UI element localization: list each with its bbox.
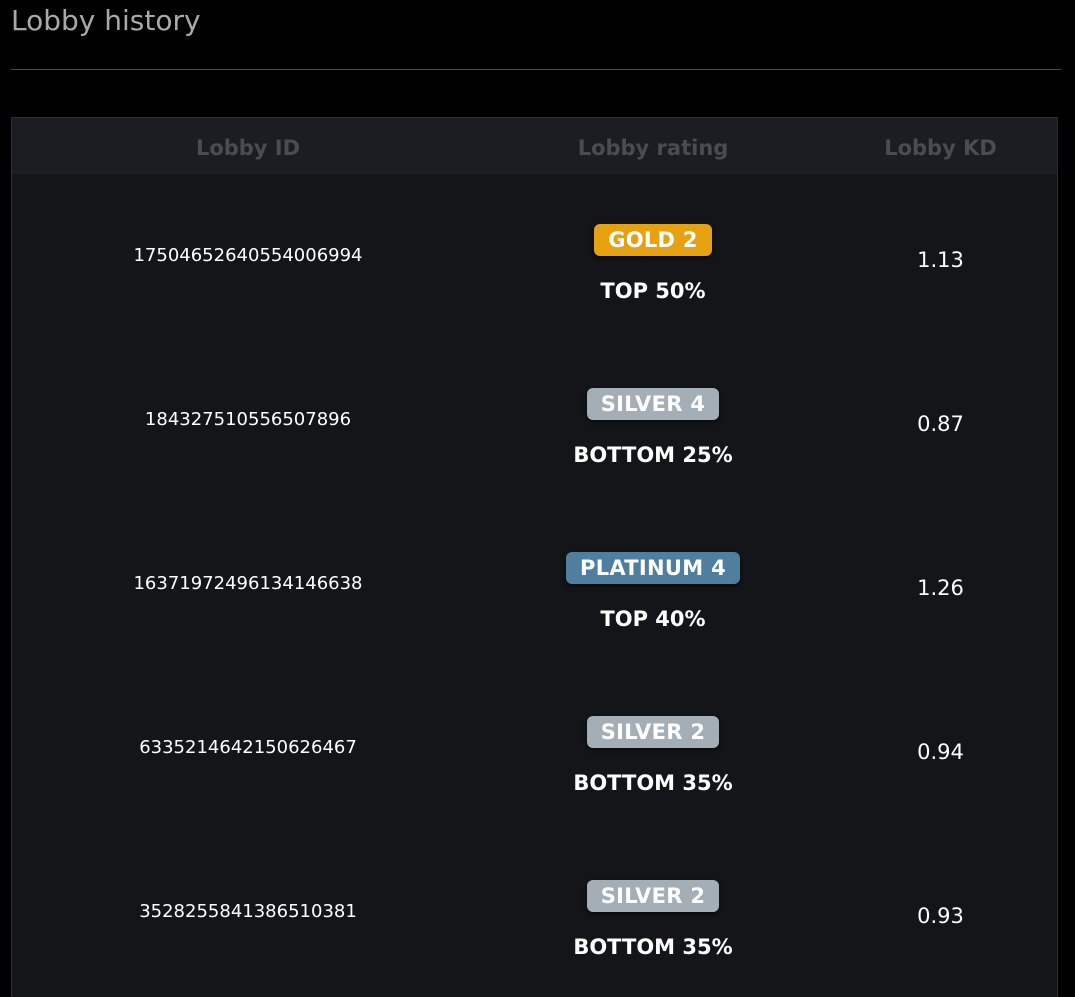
rank-percentile: BOTTOM 25% (573, 443, 733, 467)
lobby-id-cell: 17504652640554006994 (133, 245, 363, 266)
lobby-kd-cell: 0.93 (917, 904, 964, 928)
lobby-kd-cell: 0.94 (917, 740, 964, 764)
lobby-id-cell: 16371972496134146638 (133, 573, 363, 594)
lobby-kd-cell: 1.26 (917, 576, 964, 600)
column-header-lobby-id[interactable]: Lobby ID (12, 118, 484, 174)
tier-badge: PLATINUM 4 (566, 552, 740, 584)
column-header-lobby-rating[interactable]: Lobby rating (484, 118, 822, 174)
rank-percentile: BOTTOM 35% (573, 771, 733, 795)
lobby-id-cell: 6335214642150626467 (139, 737, 357, 758)
lobby-history-table: Lobby ID Lobby rating Lobby KD 175046526… (11, 117, 1058, 997)
lobby-rating-cell: PLATINUM 4 TOP 40% (484, 552, 822, 672)
table-row[interactable]: 3528255841386510381 SILVER 2 BOTTOM 35% 0.9… (12, 830, 1057, 994)
table-header: Lobby ID Lobby rating Lobby KD (12, 118, 1057, 174)
lobby-rating-cell: GOLD 2 TOP 50% (484, 224, 822, 344)
table-row[interactable]: 6335214642150626467 SILVER 2 BOTTOM 35% 0.9… (12, 666, 1057, 830)
lobby-kd-cell: 0.87 (917, 412, 964, 436)
lobby-kd-cell: 1.13 (917, 248, 964, 272)
tier-badge: SILVER 4 (586, 388, 720, 420)
rank-percentile: TOP 40% (600, 607, 706, 631)
table-row[interactable]: 16371972496134146638 PLATINUM 4 TOP 40% 1.2… (12, 502, 1057, 666)
lobby-id-cell: 3528255841386510381 (139, 901, 357, 922)
lobby-rating-cell: SILVER 2 BOTTOM 35% (484, 716, 822, 836)
rank-percentile: BOTTOM 35% (573, 935, 733, 959)
rank-percentile: TOP 50% (600, 279, 706, 303)
tier-badge: SILVER 2 (586, 716, 720, 748)
title-divider (11, 69, 1061, 70)
table-row[interactable]: 184327510556507896 SILVER 4 BOTTOM 25% 0.87 (12, 338, 1057, 502)
lobby-id-cell: 184327510556507896 (144, 409, 352, 430)
lobby-rating-cell: SILVER 4 BOTTOM 25% (484, 388, 822, 508)
lobby-rating-cell: SILVER 2 BOTTOM 35% (484, 880, 822, 997)
tier-badge: GOLD 2 (594, 224, 712, 256)
lobby-history-page: Lobby history Lobby ID Lobby rating Lobb… (0, 0, 1075, 997)
tier-badge: SILVER 2 (586, 880, 720, 912)
column-header-lobby-kd[interactable]: Lobby KD (822, 118, 1057, 174)
page-title: Lobby history (11, 4, 201, 37)
table-row[interactable]: 17504652640554006994 GOLD 2 TOP 50% 1.13 (12, 174, 1057, 338)
